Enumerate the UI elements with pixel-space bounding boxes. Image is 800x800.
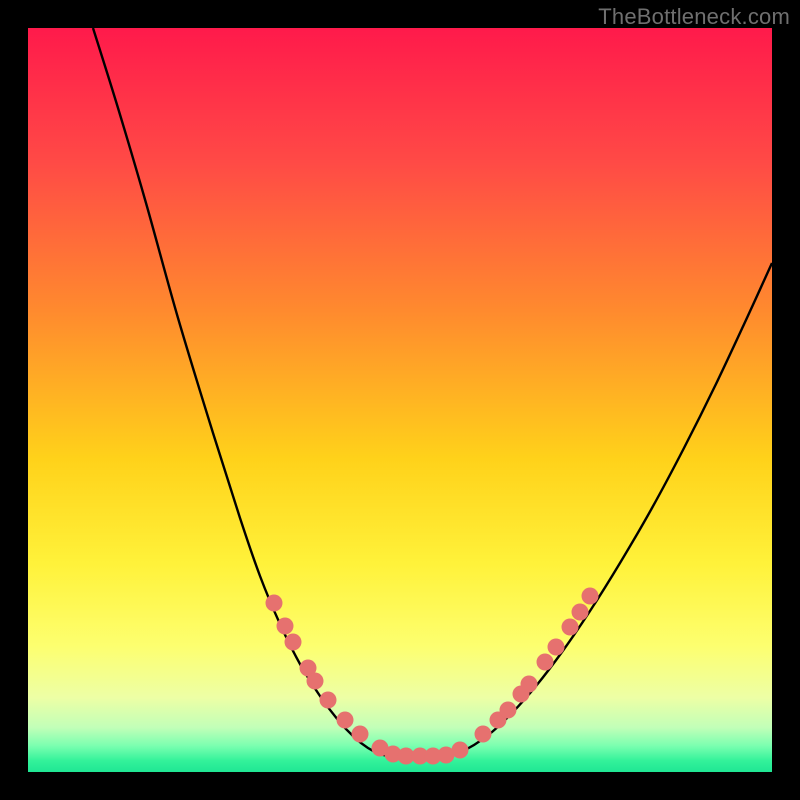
curve-marker — [562, 619, 579, 636]
curve-marker — [537, 654, 554, 671]
curve-marker — [337, 712, 354, 729]
curve-marker — [572, 604, 589, 621]
curve-marker — [307, 673, 324, 690]
curve-marker — [475, 726, 492, 743]
curve-marker — [277, 618, 294, 635]
curve-marker — [521, 676, 538, 693]
watermark-text: TheBottleneck.com — [598, 4, 790, 30]
curve-marker — [548, 639, 565, 656]
curve-marker — [352, 726, 369, 743]
plot-frame — [28, 28, 772, 772]
curve-marker — [452, 742, 469, 759]
curve-marker — [582, 588, 599, 605]
curve-markers — [266, 588, 599, 765]
curve-marker — [285, 634, 302, 651]
curve-line — [93, 28, 772, 756]
bottleneck-curve — [28, 28, 772, 772]
curve-marker — [266, 595, 283, 612]
curve-marker — [500, 702, 517, 719]
curve-marker — [320, 692, 337, 709]
